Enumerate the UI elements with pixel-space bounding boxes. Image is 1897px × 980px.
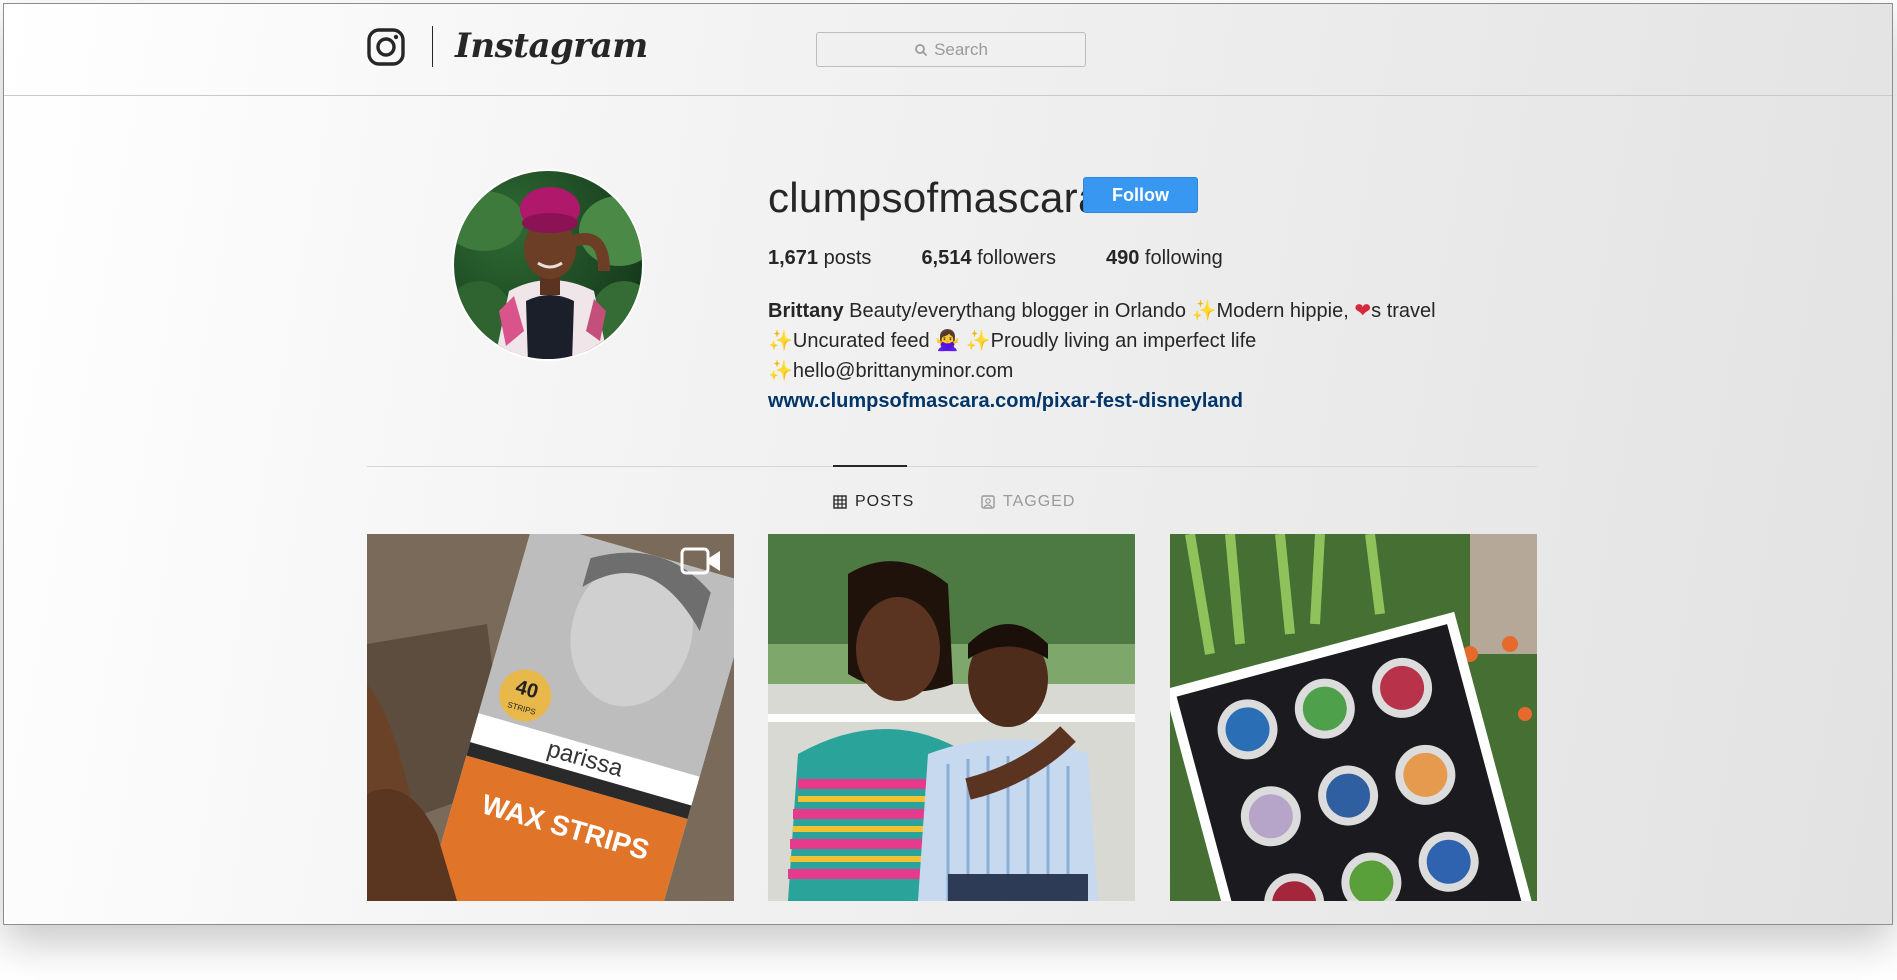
sparkles-icon: ✨: [1191, 300, 1217, 322]
heart-icon: ❤: [1354, 300, 1372, 322]
sparkles-icon: ✨: [768, 330, 793, 352]
tagged-user-icon: [981, 495, 995, 509]
instagram-camera-icon[interactable]: [366, 27, 406, 67]
bio-line-2: ✨Uncurated feed 🙅‍♀️ ✨Proudly living an …: [768, 326, 1528, 356]
sparkles-icon: ✨: [965, 330, 991, 352]
post-tile[interactable]: [768, 534, 1135, 901]
sparkles-icon: ✨: [768, 360, 793, 382]
instagram-wordmark[interactable]: Instagram: [455, 26, 648, 66]
bio-text-2a: Uncurated feed: [792, 330, 930, 352]
profile-full-name: Brittany: [768, 300, 844, 322]
bio-line-1: Brittany Beauty/everythang blogger in Or…: [768, 296, 1528, 326]
bio-line-3: ✨hello@brittanyminor.com: [768, 356, 1528, 386]
search-input[interactable]: Search: [816, 32, 1086, 67]
grid-icon: [833, 495, 847, 509]
profile-username: clumpsofmascara: [768, 174, 1102, 221]
stat-following-label: following: [1144, 247, 1223, 269]
stat-followers-label: followers: [977, 247, 1056, 269]
search-icon: [915, 43, 928, 56]
tab-posts-label: POSTS: [855, 493, 915, 510]
stat-following[interactable]: 490 following: [1106, 247, 1223, 270]
profile-website-link[interactable]: www.clumpsofmascara.com/pixar-fest-disne…: [768, 386, 1528, 416]
post-image: 40 STRIPS parissa WAX STRIPS: [367, 534, 734, 901]
post-image: [1170, 534, 1537, 901]
follow-button[interactable]: Follow: [1083, 177, 1198, 213]
browser-frame: Instagram Search clumpsofmascara Follow …: [3, 3, 1893, 925]
tab-posts[interactable]: POSTS: [833, 493, 914, 511]
stat-followers-count: 6,514: [921, 247, 972, 269]
tab-tagged-label: TAGGED: [1003, 493, 1076, 510]
profile-avatar[interactable]: [452, 169, 644, 361]
post-tile[interactable]: [1170, 534, 1537, 901]
bio-text-1: Beauty/everythang blogger in Orlando: [849, 300, 1187, 322]
stat-posts-label: posts: [823, 247, 872, 269]
stat-posts-count: 1,671: [768, 247, 819, 269]
bio-text-1c: s travel: [1371, 300, 1436, 322]
woman-gesturing-icon: 🙅‍♀️: [935, 330, 961, 352]
top-navbar: Instagram Search: [4, 4, 1892, 96]
bio-text-1b: Modern hippie,: [1216, 300, 1349, 322]
bio-email: hello@brittanyminor.com: [792, 360, 1014, 382]
video-icon: [680, 547, 720, 575]
stat-posts[interactable]: 1,671 posts: [768, 247, 871, 270]
post-tile[interactable]: 40 STRIPS parissa WAX STRIPS: [367, 534, 734, 901]
tab-tagged[interactable]: TAGGED: [981, 493, 1075, 511]
profile-stats: 1,671 posts 6,514 followers 490 followin…: [768, 247, 1273, 270]
logo-divider: [432, 26, 433, 67]
avatar-photo: [454, 187, 642, 359]
stat-followers[interactable]: 6,514 followers: [921, 247, 1056, 270]
search-placeholder: Search: [934, 39, 988, 59]
post-image: [768, 534, 1135, 901]
tabs-divider: [367, 466, 1537, 467]
tab-active-indicator: [833, 465, 907, 467]
stat-following-count: 490: [1105, 247, 1140, 269]
profile-bio: Brittany Beauty/everythang blogger in Or…: [768, 296, 1528, 416]
bio-text-2b: Proudly living an imperfect life: [990, 330, 1257, 352]
